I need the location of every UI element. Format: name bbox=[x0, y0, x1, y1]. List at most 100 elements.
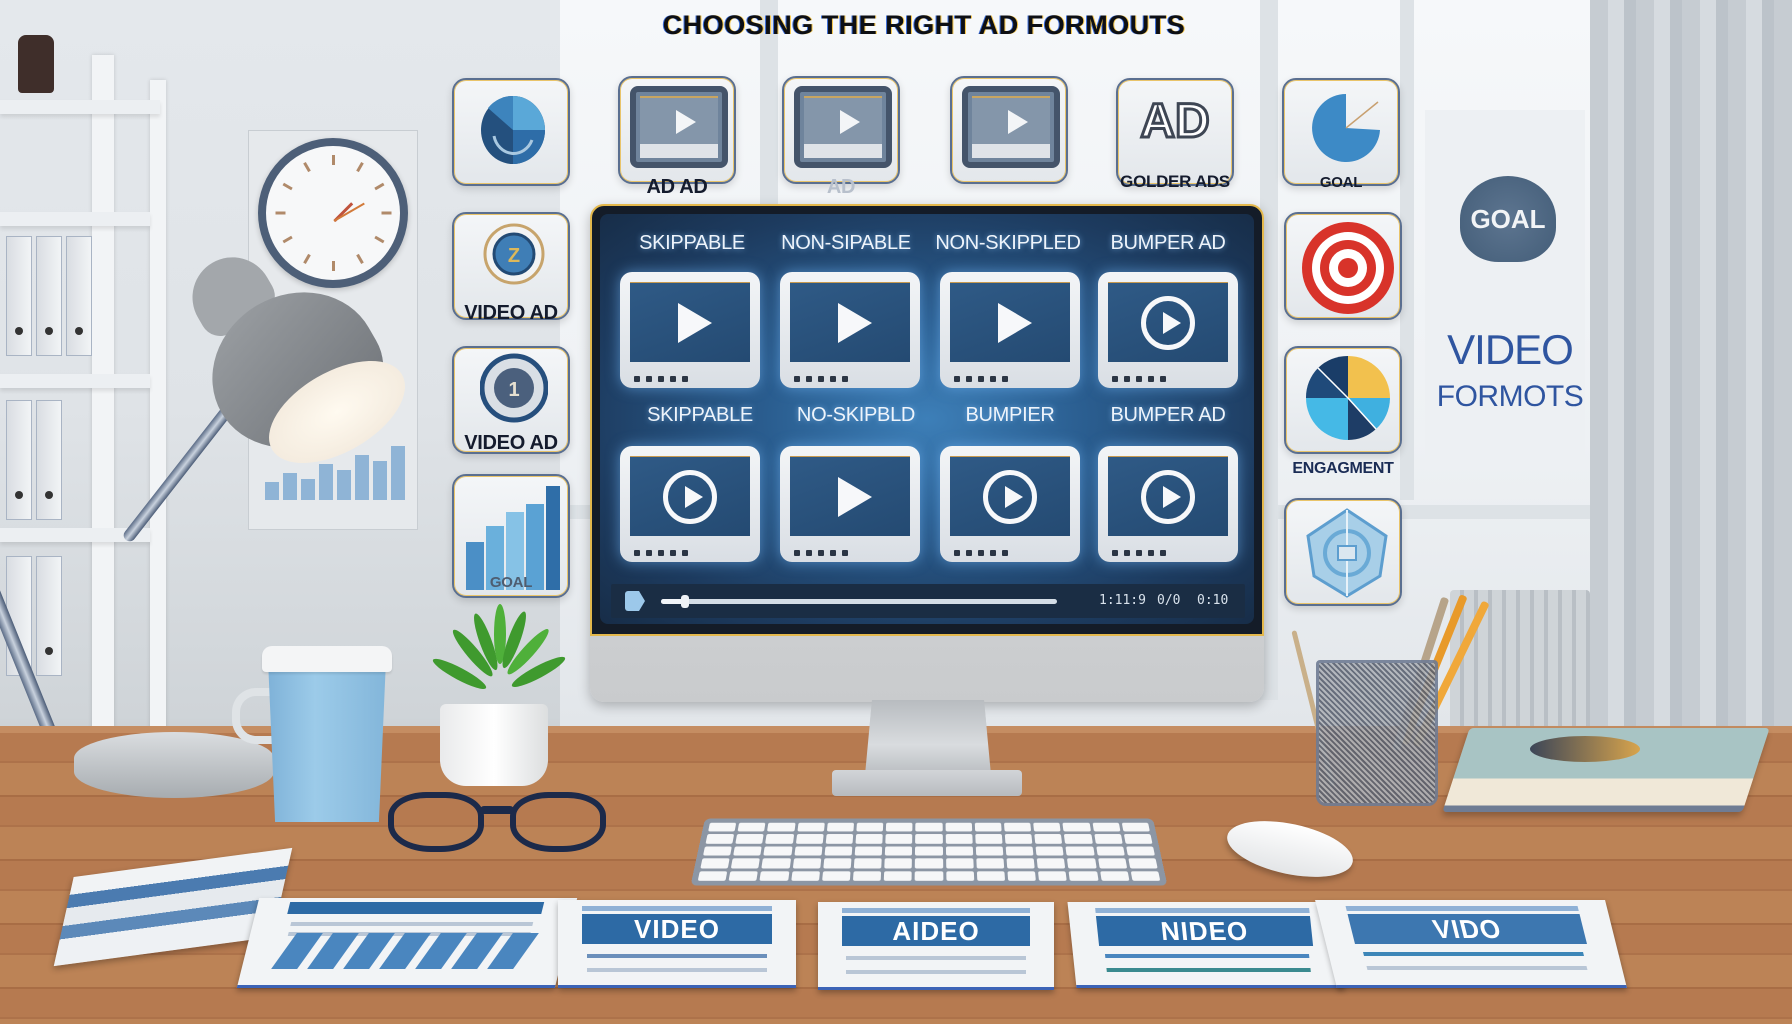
keyboard-key[interactable] bbox=[976, 858, 1005, 869]
keyboard-key[interactable] bbox=[974, 822, 1002, 832]
keyboard-key[interactable] bbox=[767, 822, 796, 832]
video-format-card-skippable[interactable] bbox=[620, 272, 760, 388]
keyboard-key[interactable] bbox=[1128, 858, 1158, 869]
keyboard-key[interactable] bbox=[915, 858, 943, 869]
right-icon-tile-1[interactable]: ENGAGMENT bbox=[1284, 346, 1402, 477]
keyboard-key[interactable] bbox=[821, 870, 851, 881]
keyboard-key[interactable] bbox=[884, 858, 913, 869]
top-icon-tile-1[interactable]: AD AD bbox=[618, 76, 736, 198]
keyboard-key[interactable] bbox=[735, 834, 764, 844]
keyboard-key[interactable] bbox=[945, 870, 975, 881]
keyboard-key[interactable] bbox=[708, 822, 737, 832]
keyboard-key[interactable] bbox=[945, 822, 973, 832]
keyboard-key[interactable] bbox=[915, 822, 943, 832]
keyboard-key[interactable] bbox=[884, 846, 913, 856]
keyboard-key[interactable] bbox=[853, 858, 882, 869]
keyboard-key[interactable] bbox=[703, 846, 733, 856]
keyboard-key[interactable] bbox=[790, 870, 820, 881]
top-icon-tile-2[interactable]: AD bbox=[782, 76, 900, 198]
seek-bar-thumb[interactable] bbox=[680, 595, 689, 608]
keyboard-key[interactable] bbox=[945, 834, 973, 844]
seek-bar[interactable] bbox=[661, 595, 1057, 608]
keyboard-key[interactable] bbox=[976, 870, 1006, 881]
keyboard-key[interactable] bbox=[1005, 846, 1034, 856]
keyboard-key[interactable] bbox=[854, 846, 883, 856]
right-icon-tile-0[interactable] bbox=[1284, 212, 1402, 320]
left-icon-tile-0[interactable]: Z VIDEO AD bbox=[452, 212, 570, 324]
keyboard-key[interactable] bbox=[1033, 822, 1061, 832]
keyboard-key[interactable] bbox=[1097, 858, 1127, 869]
keyboard-key[interactable] bbox=[697, 870, 728, 881]
keyboard-key[interactable] bbox=[1036, 858, 1066, 869]
keyboard-key[interactable] bbox=[1123, 834, 1153, 844]
keyboard-key[interactable] bbox=[761, 858, 791, 869]
keyboard-key[interactable] bbox=[1035, 846, 1064, 856]
keyboard-key[interactable] bbox=[885, 834, 913, 844]
keyboard[interactable] bbox=[690, 818, 1168, 886]
keyboard-key[interactable] bbox=[765, 834, 794, 844]
keyboard-key[interactable] bbox=[1034, 834, 1063, 844]
keyboard-key[interactable] bbox=[1007, 870, 1037, 881]
left-icon-tile-2[interactable]: GOAL bbox=[452, 474, 570, 598]
top-icon-tile-3[interactable] bbox=[950, 76, 1068, 184]
video-format-card-bumper-ad[interactable] bbox=[1098, 272, 1238, 388]
keyboard-key[interactable] bbox=[1003, 822, 1032, 832]
video-format-card-no-skipbld[interactable] bbox=[780, 446, 920, 562]
player-logo-icon[interactable] bbox=[625, 591, 645, 611]
keyboard-key[interactable] bbox=[1095, 846, 1125, 856]
keyboard-key[interactable] bbox=[1099, 870, 1130, 881]
keyboard-key[interactable] bbox=[1006, 858, 1035, 869]
keyboard-key[interactable] bbox=[728, 870, 759, 881]
keyboard-key[interactable] bbox=[1130, 870, 1161, 881]
keyboard-key[interactable] bbox=[826, 822, 855, 832]
keyboard-key[interactable] bbox=[1092, 822, 1121, 832]
keyboard-key[interactable] bbox=[825, 834, 854, 844]
keyboard-key[interactable] bbox=[1125, 846, 1155, 856]
left-icon-tile-1[interactable]: 1 VIDEO AD bbox=[452, 346, 570, 454]
top-icon-tile-4[interactable]: AD GOLDER ADS bbox=[1116, 78, 1234, 191]
top-icon-tile-5[interactable]: GOAL bbox=[1282, 78, 1400, 191]
keyboard-key[interactable] bbox=[705, 834, 735, 844]
keyboard-key[interactable] bbox=[1093, 834, 1123, 844]
keyboard-key[interactable] bbox=[795, 834, 824, 844]
tile-label: GOLDER ADS bbox=[1120, 172, 1230, 191]
keyboard-key[interactable] bbox=[915, 834, 943, 844]
video-format-card-bumper-ad-2[interactable] bbox=[1098, 446, 1238, 562]
keyboard-key[interactable] bbox=[945, 846, 973, 856]
keyboard-key[interactable] bbox=[1065, 846, 1095, 856]
keyboard-key[interactable] bbox=[1067, 858, 1097, 869]
keyboard-key[interactable] bbox=[1068, 870, 1099, 881]
keyboard-key[interactable] bbox=[945, 858, 974, 869]
keyboard-key[interactable] bbox=[763, 846, 793, 856]
keyboard-key[interactable] bbox=[794, 846, 823, 856]
keyboard-key[interactable] bbox=[733, 846, 763, 856]
keyboard-key[interactable] bbox=[824, 846, 853, 856]
keyboard-key[interactable] bbox=[1121, 822, 1150, 832]
keyboard-key[interactable] bbox=[759, 870, 790, 881]
keyboard-key[interactable] bbox=[1038, 870, 1068, 881]
keyboard-key[interactable] bbox=[1064, 834, 1093, 844]
video-format-card-skippable-2[interactable] bbox=[620, 446, 760, 562]
keyboard-key[interactable] bbox=[737, 822, 766, 832]
top-icon-tile-0[interactable] bbox=[452, 78, 570, 186]
video-format-card-bumpier[interactable] bbox=[940, 446, 1080, 562]
keyboard-key[interactable] bbox=[1004, 834, 1033, 844]
video-format-card-non-skippled[interactable] bbox=[940, 272, 1080, 388]
keyboard-key[interactable] bbox=[975, 846, 1004, 856]
keyboard-key[interactable] bbox=[975, 834, 1003, 844]
keyboard-key[interactable] bbox=[915, 870, 943, 881]
keyboard-key[interactable] bbox=[883, 870, 913, 881]
keyboard-key[interactable] bbox=[915, 846, 943, 856]
keyboard-key[interactable] bbox=[731, 858, 761, 869]
keyboard-key[interactable] bbox=[797, 822, 825, 832]
keyboard-key[interactable] bbox=[823, 858, 852, 869]
keyboard-key[interactable] bbox=[792, 858, 822, 869]
keyboard-key[interactable] bbox=[1062, 822, 1091, 832]
keyboard-key[interactable] bbox=[852, 870, 882, 881]
keyboard-key[interactable] bbox=[855, 834, 883, 844]
video-format-card-non-skippable[interactable] bbox=[780, 272, 920, 388]
keyboard-key[interactable] bbox=[700, 858, 730, 869]
keyboard-key[interactable] bbox=[885, 822, 913, 832]
right-icon-tile-2[interactable] bbox=[1284, 498, 1402, 606]
keyboard-key[interactable] bbox=[856, 822, 884, 832]
